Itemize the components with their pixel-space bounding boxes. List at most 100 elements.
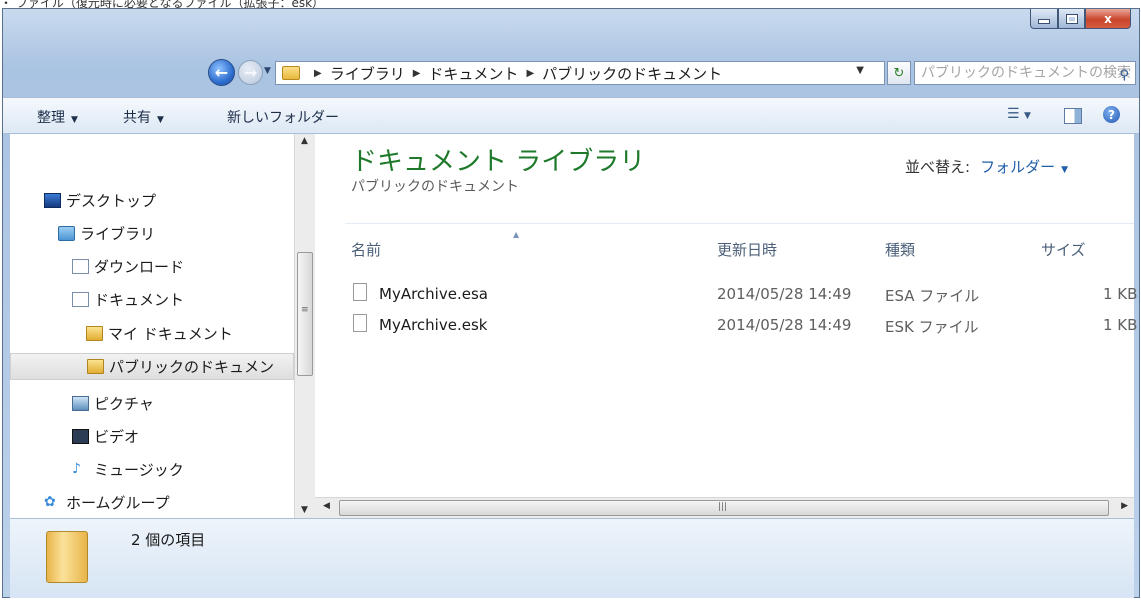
arrange-by-value[interactable]: フォルダー [980, 158, 1055, 176]
desktop-icon [44, 193, 61, 208]
file-modified: 2014/05/28 14:49 [717, 285, 852, 303]
navigation-pane: デスクトップ ライブラリ ダウンロード ドキュメント マイ ドキュメント パブリ… [10, 134, 315, 518]
refresh-icon: ↻ [893, 65, 905, 81]
address-history-chevron-down-icon[interactable]: ▼ [856, 65, 864, 76]
search-icon[interactable]: ⚲ [1119, 65, 1129, 87]
sidebar-item-libraries[interactable]: ライブラリ [58, 220, 155, 247]
address-bar[interactable]: ▶ ライブラリ ▶ ドキュメント ▶ パブリックのドキュメント ▼ [275, 61, 885, 85]
sidebar-item-my-documents[interactable]: マイ ドキュメント [86, 320, 233, 347]
new-folder-button[interactable]: 新しいフォルダー [227, 107, 339, 127]
column-header-size[interactable]: サイズ [1041, 239, 1086, 260]
file-icon [353, 283, 367, 301]
sidebar-item-label: ホームグループ [66, 494, 170, 512]
scrollbar-thumb[interactable]: ≡ [297, 252, 313, 376]
scroll-right-icon[interactable]: ▶ [1121, 501, 1128, 511]
chevron-down-icon: ▼ [71, 115, 78, 125]
sidebar-item-homegroup[interactable]: ✿ ホームグループ [44, 489, 170, 516]
homegroup-icon: ✿ [44, 494, 56, 510]
folder-icon [87, 359, 104, 374]
maximize-icon [1065, 13, 1078, 24]
file-icon [353, 314, 367, 332]
navigation-bar: ← → ▼ ▶ ライブラリ ▶ ドキュメント ▶ パブリックのドキュメント ▼ … [3, 59, 1139, 87]
grip-icon: ≡ [301, 305, 309, 315]
sidebar-item-label: パブリックのドキュメン [109, 358, 275, 376]
forward-arrow-icon: → [243, 63, 258, 82]
sidebar-item-downloads[interactable]: ダウンロード [72, 253, 184, 280]
sidebar-item-label: デスクトップ [66, 192, 157, 210]
sidebar-item-label: ピクチャ [94, 395, 154, 413]
scroll-left-icon[interactable]: ◀ [323, 501, 330, 511]
refresh-button[interactable]: ↻ [887, 61, 911, 85]
chevron-down-icon[interactable]: ▼ [1061, 165, 1068, 175]
sidebar-item-label: ドキュメント [94, 291, 185, 309]
help-icon: ? [1108, 107, 1115, 122]
scroll-down-icon[interactable]: ▼ [301, 505, 308, 515]
breadcrumb-libraries[interactable]: ライブラリ [330, 63, 405, 84]
divider [345, 223, 1134, 224]
pictures-icon [72, 396, 89, 411]
file-modified: 2014/05/28 14:49 [717, 316, 852, 334]
breadcrumb-public-documents[interactable]: パブリックのドキュメント [542, 63, 722, 84]
forward-button[interactable]: → [238, 60, 263, 85]
item-count: 2 個の項目 [131, 531, 206, 549]
breadcrumb-documents[interactable]: ドキュメント [428, 63, 518, 84]
chevron-down-icon: ▼ [157, 115, 164, 125]
file-list-scrollbar[interactable]: ◀ ||| ▶ [315, 497, 1134, 518]
music-icon: ♪ [72, 461, 81, 477]
column-header-name[interactable]: 名前 [351, 239, 381, 260]
breadcrumb-separator-icon[interactable]: ▶ [413, 68, 421, 79]
close-button[interactable]: x [1085, 9, 1131, 29]
document-icon [72, 292, 89, 307]
file-list-pane: ドキュメント ライブラリ パブリックのドキュメント 並べ替え: フォルダー ▼ ▲ … [315, 134, 1138, 518]
navigation-pane-scrollbar[interactable]: ▲ ≡ ▼ [294, 134, 315, 518]
minimize-icon [1038, 19, 1050, 24]
folder-icon [282, 66, 300, 80]
file-type: ESK ファイル [885, 318, 979, 336]
scroll-up-icon[interactable]: ▲ [301, 136, 308, 146]
details-pane: 2 個の項目 [10, 518, 1134, 598]
search-input[interactable]: パブリックのドキュメントの検索 ⚲ [914, 61, 1136, 85]
organize-button[interactable]: 整理 ▼ [37, 107, 78, 127]
explorer-window: x ← → ▼ ▶ ライブラリ ▶ ドキュメント ▶ パブリックのドキュメント … [2, 8, 1140, 598]
sidebar-item-videos[interactable]: ビデオ [72, 423, 139, 450]
preview-pane-button[interactable] [1064, 108, 1082, 124]
table-row[interactable]: MyArchive.esk 2014/05/28 14:49 ESK ファイル … [345, 314, 1138, 336]
sidebar-item-music[interactable]: ♪ ミュージック [72, 456, 184, 483]
maximize-button[interactable] [1058, 9, 1085, 29]
chevron-down-icon: ▼ [1024, 111, 1031, 121]
details-view-icon: ☰ [1007, 106, 1020, 122]
sidebar-item-documents[interactable]: ドキュメント [72, 286, 184, 313]
column-header-modified[interactable]: 更新日時 [717, 239, 777, 260]
back-arrow-icon: ← [214, 63, 229, 82]
sidebar-item-label: ビデオ [94, 428, 140, 446]
help-button[interactable]: ? [1103, 106, 1120, 123]
scrollbar-thumb[interactable]: ||| [339, 500, 1109, 516]
minimize-button[interactable] [1030, 9, 1058, 29]
recent-pages-chevron-down-icon[interactable]: ▼ [264, 66, 271, 76]
column-header-type[interactable]: 種類 [885, 239, 915, 260]
sidebar-item-label: ミュージック [94, 461, 184, 479]
organize-label: 整理 [37, 110, 65, 126]
folder-icon [46, 531, 88, 583]
file-name: MyArchive.esa [379, 285, 488, 303]
breadcrumb-separator-icon[interactable]: ▶ [526, 68, 534, 79]
arrange-by-label: 並べ替え: [905, 158, 971, 176]
folder-icon [86, 326, 103, 341]
sidebar-item-pictures[interactable]: ピクチャ [72, 390, 154, 417]
file-size: 1 KB [1103, 316, 1138, 334]
file-name: MyArchive.esk [379, 316, 488, 334]
view-options-button[interactable]: ☰ ▼ [1007, 106, 1031, 122]
library-subtitle: パブリックのドキュメント [351, 179, 519, 195]
command-bar: 整理 ▼ 共有 ▼ 新しいフォルダー ☰ ▼ ? [3, 97, 1139, 134]
download-icon [72, 259, 89, 274]
sidebar-item-desktop[interactable]: デスクトップ [44, 187, 156, 214]
content-area: デスクトップ ライブラリ ダウンロード ドキュメント マイ ドキュメント パブリ… [10, 134, 1138, 518]
share-button[interactable]: 共有 ▼ [123, 107, 164, 127]
sidebar-item-public-documents[interactable]: パブリックのドキュメン [10, 353, 294, 380]
back-button[interactable]: ← [208, 59, 235, 86]
table-row[interactable]: MyArchive.esa 2014/05/28 14:49 ESA ファイル … [345, 283, 1137, 305]
breadcrumb-separator-icon[interactable]: ▶ [314, 68, 322, 79]
close-icon: x [1104, 11, 1112, 26]
sidebar-item-label: ライブラリ [80, 225, 156, 243]
file-type: ESA ファイル [885, 287, 980, 305]
